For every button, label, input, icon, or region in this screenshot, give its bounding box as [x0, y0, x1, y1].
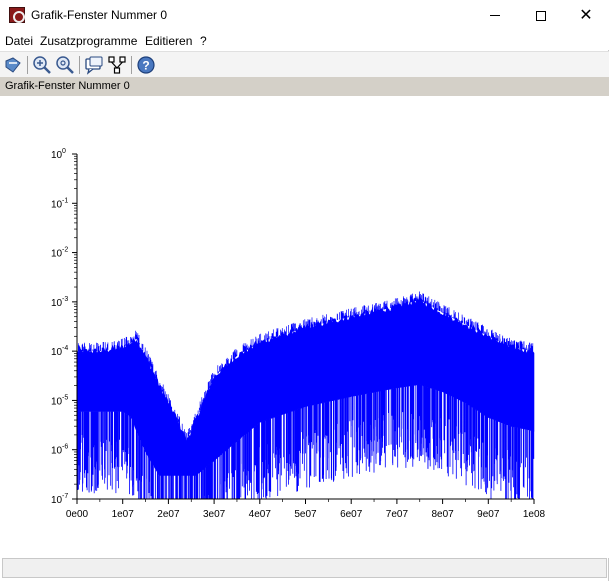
menu-editieren[interactable]: Editieren [145, 34, 192, 48]
menu-bar: Datei Zusatzprogramme Editieren ? [0, 31, 609, 50]
y-tick-label: 10 [51, 396, 63, 407]
x-tick-label: 3e07 [203, 509, 226, 520]
close-icon: ✕ [579, 6, 593, 24]
zoom-out-icon[interactable] [55, 55, 75, 75]
y-tick-label: 10 [51, 446, 63, 457]
x-tick-label: 1e07 [112, 509, 135, 520]
toolbar: ? [0, 51, 609, 77]
y-tick-exponent: -1 [62, 197, 68, 204]
x-tick-label: 9e07 [477, 509, 500, 520]
y-tick-exponent: -6 [62, 444, 68, 451]
y-tick-exponent: -3 [62, 296, 68, 303]
graphic-window: Grafik-Fenster Nummer 0 ✕ Datei Zusatzpr… [0, 0, 609, 581]
y-tick-label: 10 [51, 298, 63, 309]
status-bar [2, 558, 607, 578]
edit-tree-icon[interactable] [107, 55, 127, 75]
title-bar[interactable]: Grafik-Fenster Nummer 0 ✕ [0, 0, 609, 31]
scilab-app-icon [9, 7, 25, 23]
close-button[interactable]: ✕ [563, 0, 609, 31]
svg-text:?: ? [142, 59, 149, 73]
window-title: Grafik-Fenster Nummer 0 [31, 8, 168, 22]
spectrum-chart[interactable]: 10 010 -110 -210 -310 -410 -510 -610 -70e00 1e07 2… [0, 96, 609, 558]
info-bar-text: Grafik-Fenster Nummer 0 [5, 80, 130, 92]
info-bar: Grafik-Fenster Nummer 0 [0, 77, 609, 96]
y-tick-label: 10 [51, 150, 63, 161]
y-tick-label: 10 [51, 249, 63, 260]
x-tick-label: 1e08 [523, 509, 546, 520]
x-tick-label: 6e07 [340, 509, 363, 520]
y-tick-exponent: -7 [62, 493, 68, 500]
x-tick-label: 8e07 [431, 509, 454, 520]
x-tick-label: 7e07 [386, 509, 409, 520]
help-icon[interactable]: ? [136, 55, 156, 75]
y-tick-exponent: -4 [62, 345, 68, 352]
zoom-in-icon[interactable] [32, 55, 52, 75]
x-tick-label: 5e07 [294, 509, 317, 520]
rotate-icon[interactable] [3, 55, 23, 75]
menu-help[interactable]: ? [200, 34, 207, 48]
maximize-icon [536, 10, 546, 21]
x-tick-label: 2e07 [157, 509, 180, 520]
maximize-button[interactable] [518, 0, 564, 31]
toolbar-separator [79, 56, 80, 74]
menu-datei[interactable]: Datei [5, 34, 33, 48]
y-tick-label: 10 [51, 199, 63, 210]
x-tick-label: 4e07 [249, 509, 272, 520]
minimize-button[interactable] [472, 0, 518, 31]
y-tick-exponent: -2 [62, 247, 68, 254]
y-tick-exponent: -5 [62, 394, 68, 401]
toolbar-separator [131, 56, 132, 74]
toolbar-separator [27, 56, 28, 74]
y-tick-label: 10 [51, 347, 63, 358]
minimize-icon [490, 15, 500, 16]
datatip-icon[interactable] [84, 55, 104, 75]
y-tick-exponent: 0 [62, 148, 66, 155]
menu-zusatzprogramme[interactable]: Zusatzprogramme [40, 34, 137, 48]
x-tick-label: 0e00 [66, 509, 89, 520]
plot-area[interactable]: 10 0 10 -1 10 -2 10 -3 10 -4 10 -5 10 -6 10 -7 0e00 1e07 2… [0, 96, 609, 558]
y-tick-label: 10 [51, 495, 63, 506]
